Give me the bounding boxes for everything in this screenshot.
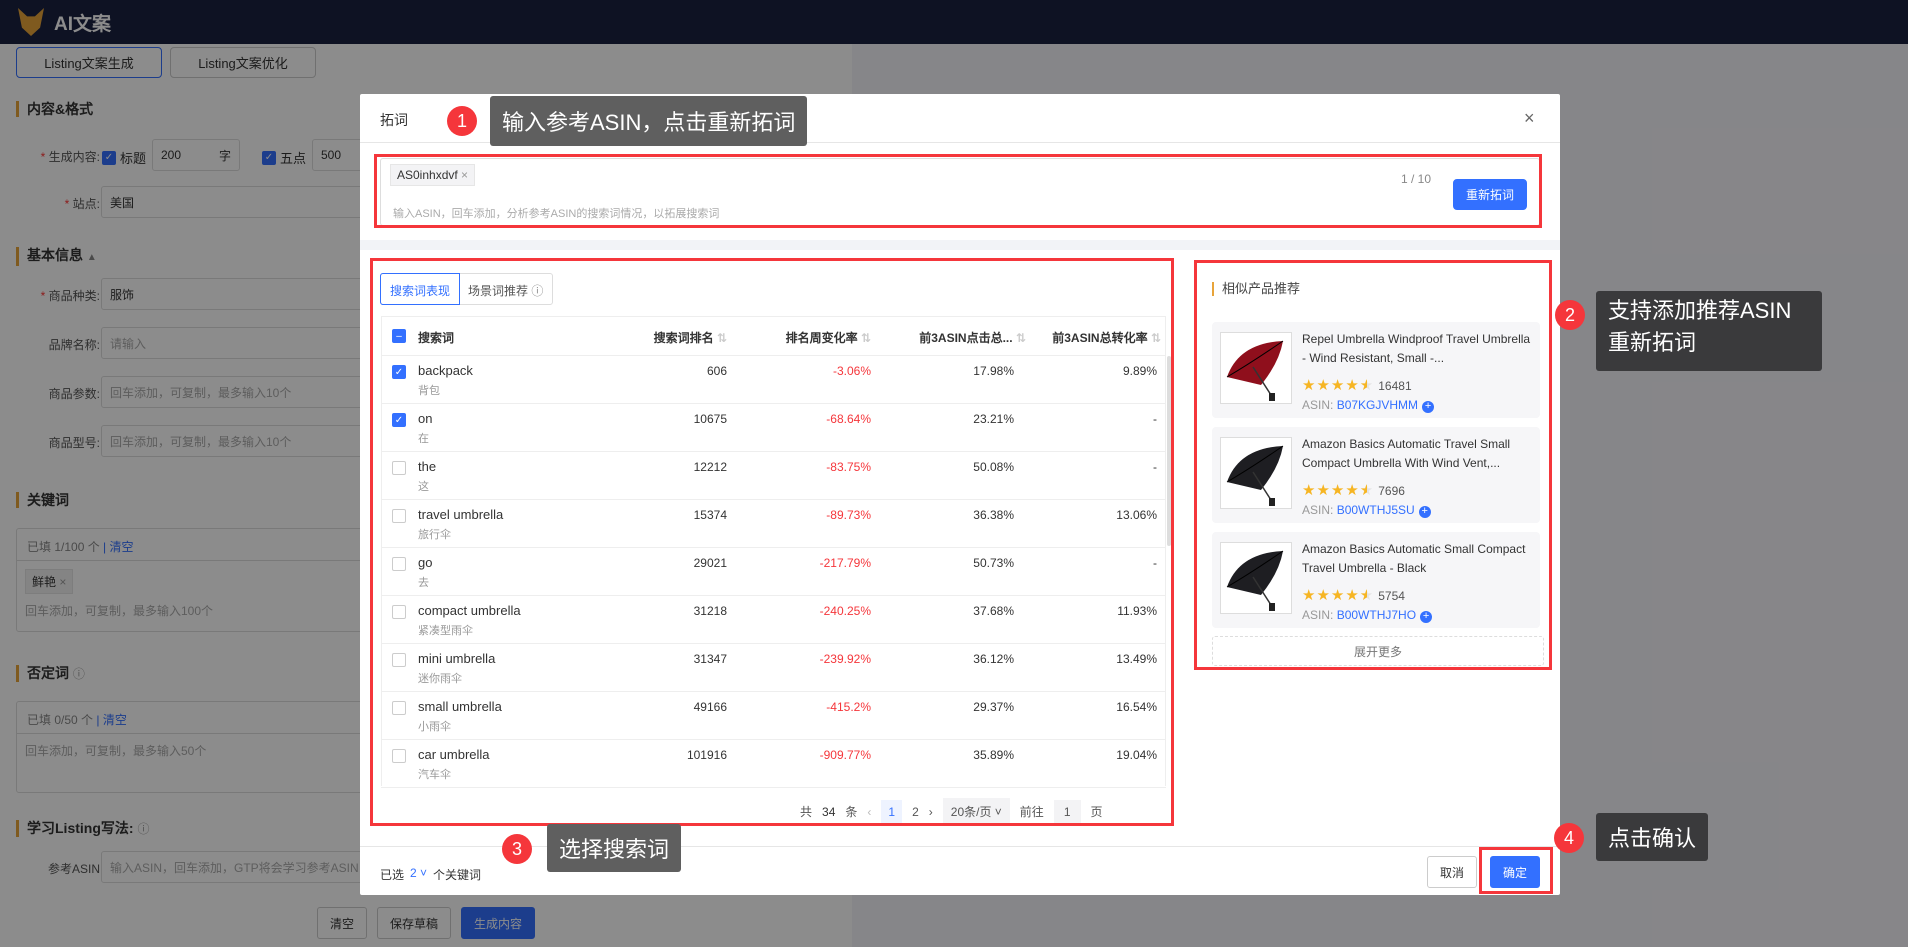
- highlight-asin: [374, 154, 1542, 228]
- cancel-button[interactable]: 取消: [1427, 856, 1477, 888]
- step-1-badge: 1: [447, 106, 477, 136]
- step-2-tooltip: 支持添加推荐ASIN重新拓词: [1596, 291, 1822, 371]
- highlight-products: [1194, 260, 1552, 670]
- step-3-badge: 3: [502, 834, 532, 864]
- selected-count-dropdown[interactable]: 2 ˅: [410, 866, 427, 883]
- step-4-tooltip: 点击确认: [1596, 813, 1709, 861]
- footer-divider: [360, 846, 1560, 847]
- highlight-confirm: [1479, 847, 1553, 894]
- step-4-badge: 4: [1554, 823, 1584, 853]
- step-1-tooltip: 输入参考ASIN，点击重新拓词: [490, 96, 808, 146]
- selected-summary: 已选 2 ˅ 个关键词: [380, 866, 482, 883]
- highlight-table: [370, 258, 1174, 826]
- modal-title: 拓词: [380, 112, 408, 128]
- separator-band: [360, 240, 1560, 250]
- step-2-badge: 2: [1555, 300, 1585, 330]
- step-3-tooltip: 选择搜索词: [547, 824, 682, 872]
- close-icon[interactable]: ×: [1524, 108, 1535, 129]
